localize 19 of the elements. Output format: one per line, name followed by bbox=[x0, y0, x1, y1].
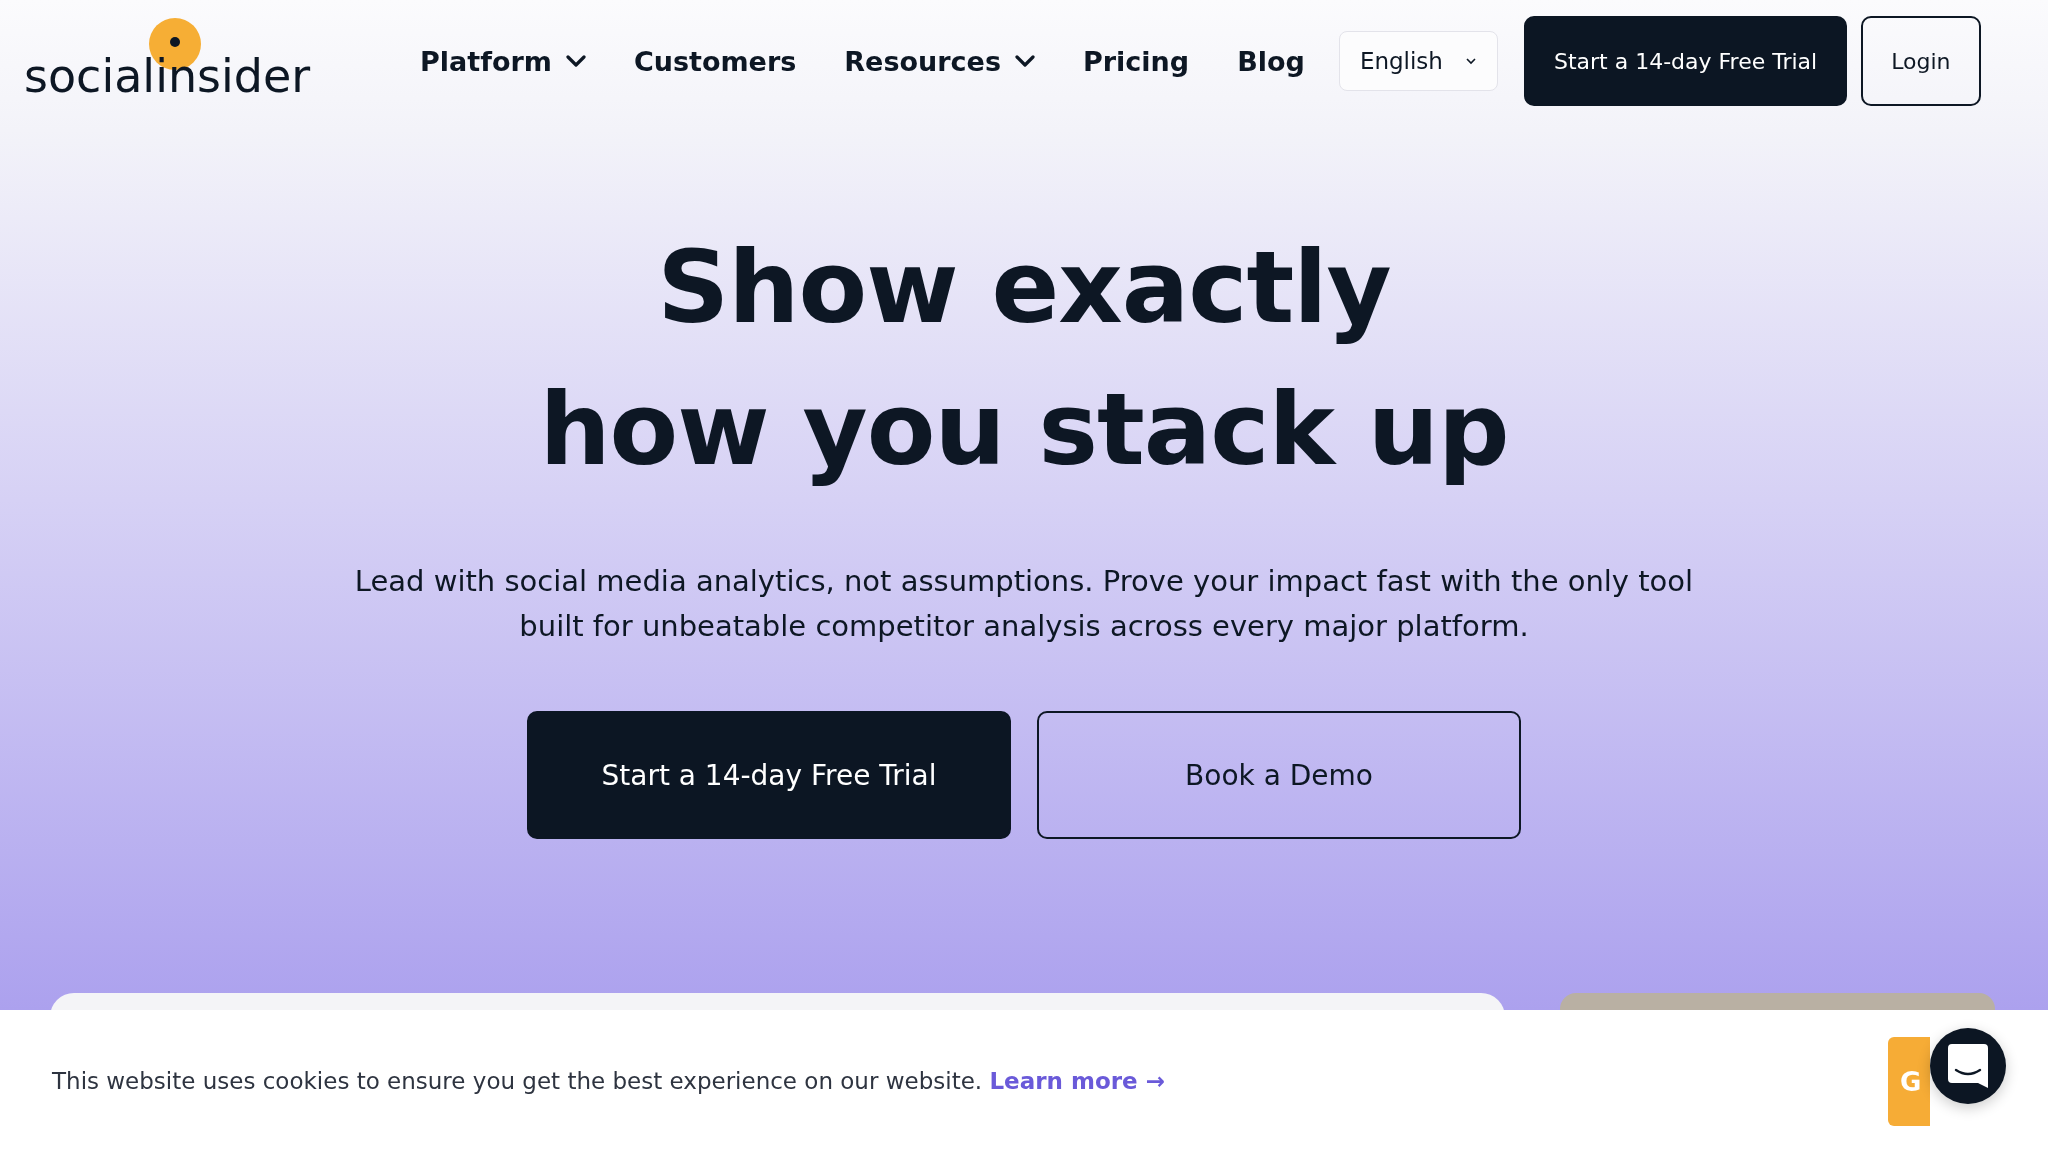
chat-icon bbox=[1948, 1044, 1988, 1088]
nav-link[interactable]: Customers bbox=[633, 45, 797, 77]
hero-title: Show exactly how you stack up bbox=[539, 228, 1509, 490]
chat-button[interactable] bbox=[1930, 1028, 2006, 1104]
chevron-down-icon bbox=[1015, 55, 1035, 67]
free-trial-button[interactable]: Start a 14-day Free Trial bbox=[1523, 16, 1848, 106]
book-demo-button[interactable]: Book a Demo bbox=[1037, 711, 1521, 839]
hero-subtitle: Lead with social media analytics, not assumptions. Prove your impact fast with the only tool built for unbeatable competitor analysis across every major platform. bbox=[353, 563, 1695, 645]
nav-link[interactable]: Pricing bbox=[1083, 45, 1190, 77]
nav-link[interactable]: Blog bbox=[1237, 45, 1305, 77]
nav-link[interactable]: Platform bbox=[420, 45, 586, 77]
language-select[interactable]: English bbox=[1338, 31, 1498, 91]
logo[interactable]: socialinsider bbox=[24, 18, 364, 98]
nav-link[interactable]: Resources bbox=[844, 45, 1035, 77]
chevron-down-icon bbox=[565, 55, 586, 67]
learn-more-link[interactable]: Learn more → bbox=[989, 1068, 1165, 1094]
chevron-down-icon bbox=[1464, 57, 1477, 65]
free-trial-button[interactable]: Start a 14-day Free Trial bbox=[527, 711, 1011, 839]
login-button[interactable]: Login bbox=[1861, 16, 1981, 106]
